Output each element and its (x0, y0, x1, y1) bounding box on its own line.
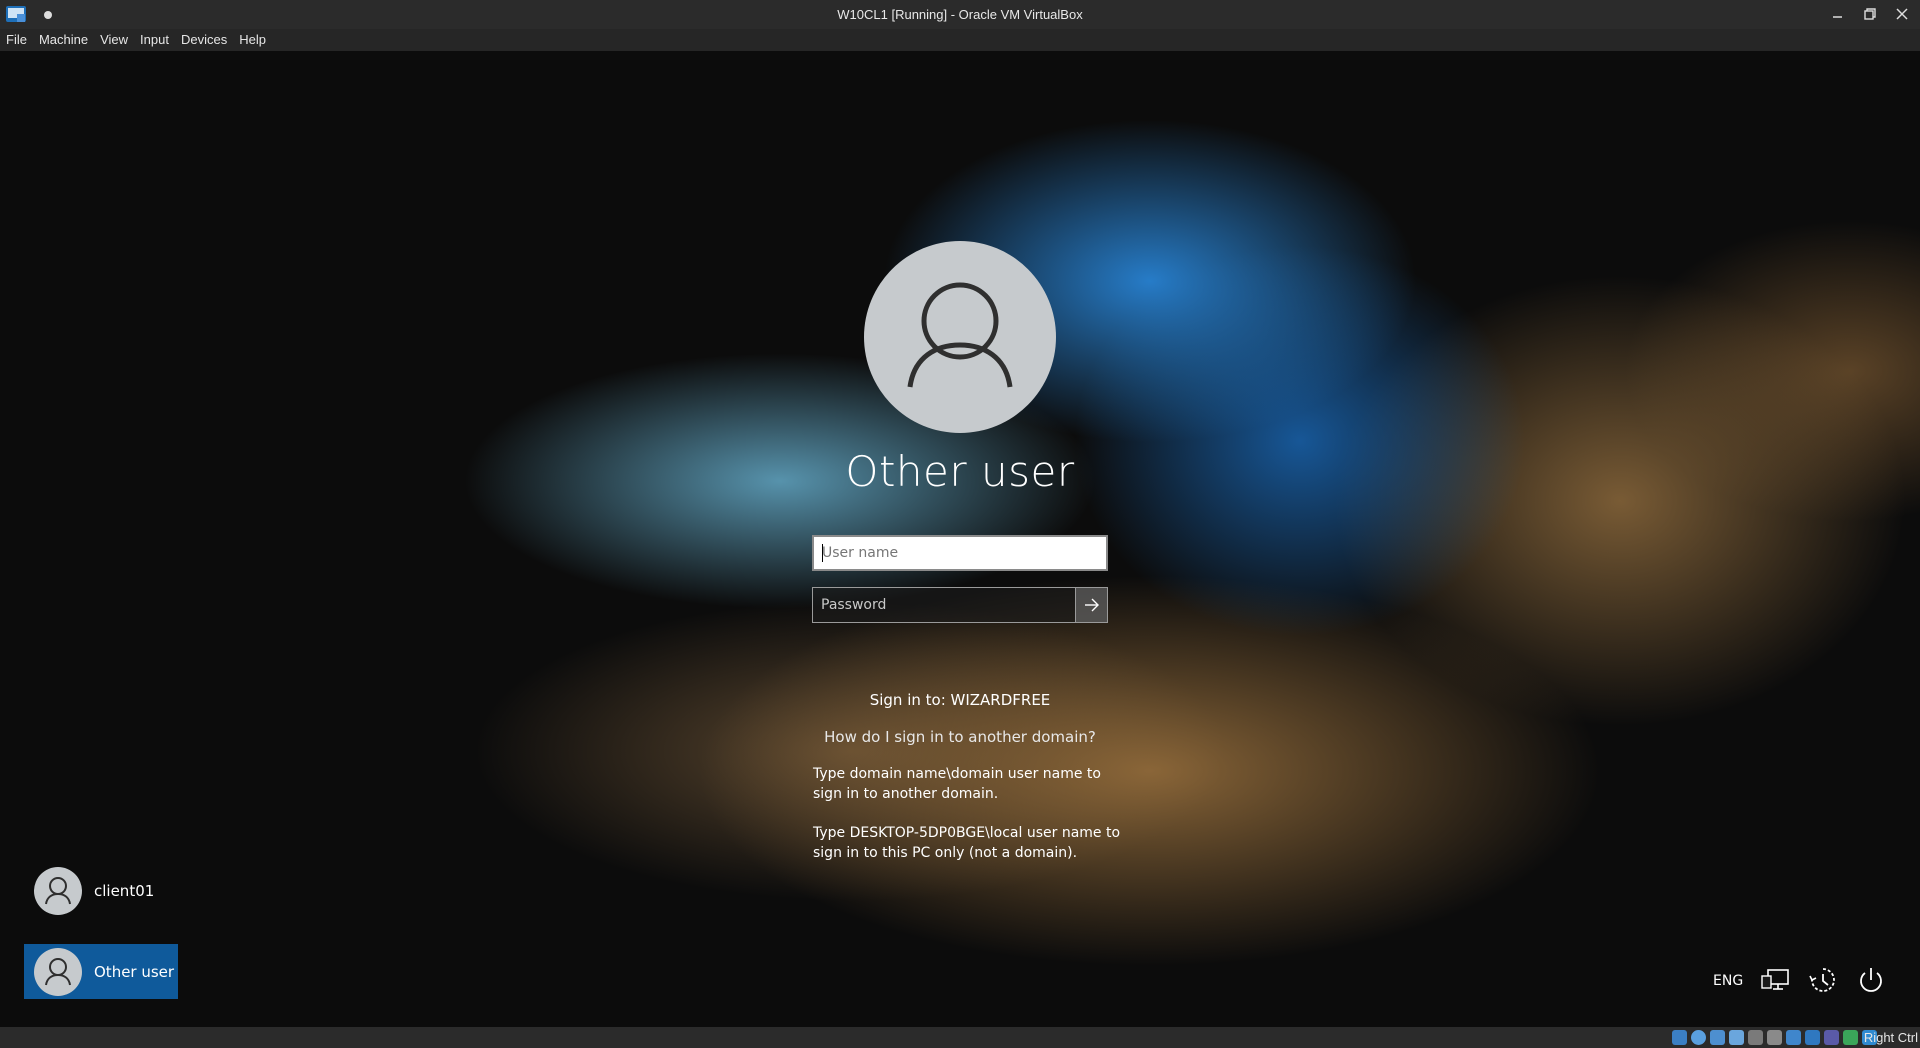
user-silhouette-icon (45, 957, 71, 985)
usb-icon[interactable] (1748, 1030, 1763, 1045)
menu-machine[interactable]: Machine (33, 29, 94, 51)
network-button[interactable] (1758, 963, 1792, 997)
network-adapter-icon[interactable] (1729, 1030, 1744, 1045)
user-tile-label: client01 (94, 882, 155, 900)
optical-drive-icon[interactable] (1691, 1030, 1706, 1045)
status-icons (1672, 1030, 1877, 1045)
user-avatar-small (34, 867, 82, 915)
menu-input[interactable]: Input (134, 29, 175, 51)
display-icon[interactable] (1786, 1030, 1801, 1045)
restore-button[interactable] (1862, 6, 1878, 22)
user-title: Other user (845, 447, 1075, 496)
menu-devices[interactable]: Devices (175, 29, 233, 51)
audio-icon[interactable] (1710, 1030, 1725, 1045)
language-indicator[interactable]: ENG (1713, 973, 1743, 989)
password-field[interactable] (812, 587, 1108, 623)
submit-button[interactable] (1075, 588, 1107, 622)
text-caret (822, 544, 823, 562)
menu-bar: File Machine View Input Devices Help (0, 29, 1920, 51)
arrow-right-icon (1084, 598, 1099, 612)
user-tile-label: Other user (94, 962, 175, 981)
username-field[interactable] (812, 535, 1108, 571)
minimize-button[interactable] (1830, 6, 1846, 22)
menu-file[interactable]: File (0, 29, 33, 51)
close-button[interactable] (1894, 6, 1910, 22)
restore-icon (1864, 8, 1876, 20)
mouse-integration-icon[interactable] (1843, 1030, 1858, 1045)
sign-in-domain-label: Sign in to: WIZARDFREE (869, 691, 1051, 709)
shared-folders-icon[interactable] (1767, 1030, 1782, 1045)
ease-of-access-icon (1809, 968, 1835, 992)
username-input[interactable] (814, 537, 1106, 569)
recording-icon[interactable] (1805, 1030, 1820, 1045)
password-input[interactable] (813, 588, 1075, 622)
guest-display[interactable]: Other user Sign in to: WIZARDFREE How do… (0, 51, 1920, 1027)
power-button[interactable] (1854, 963, 1888, 997)
close-icon (1896, 8, 1908, 20)
window-title: W10CL1 [Running] - Oracle VM VirtualBox (837, 7, 1083, 22)
host-key-label: Right Ctrl (1863, 1030, 1918, 1045)
user-tile-client01[interactable]: client01 (24, 864, 178, 918)
other-domain-link[interactable]: How do I sign in to another domain? (700, 728, 1220, 746)
hard-disk-icon[interactable] (1672, 1030, 1687, 1045)
user-silhouette-icon (907, 282, 1013, 388)
user-avatar-small (34, 947, 82, 996)
user-silhouette-icon (45, 877, 71, 905)
user-tile-other-user[interactable]: Other user (24, 944, 178, 999)
virtualization-icon[interactable] (1824, 1030, 1839, 1045)
local-hint-text: Type DESKTOP-5DP0BGE\local user name to … (813, 825, 1121, 861)
status-bar: Right Ctrl (0, 1027, 1920, 1048)
window-titlebar: W10CL1 [Running] - Oracle VM VirtualBox (0, 0, 1920, 29)
user-avatar (864, 241, 1056, 433)
menu-help[interactable]: Help (233, 29, 272, 51)
ease-of-access-button[interactable] (1806, 963, 1840, 997)
network-icon (1761, 969, 1789, 990)
domain-hint-text: Type domain name\domain user name to sig… (813, 766, 1101, 802)
menu-view[interactable]: View (94, 29, 134, 51)
minimize-icon (1833, 16, 1842, 18)
power-icon (1860, 968, 1882, 992)
